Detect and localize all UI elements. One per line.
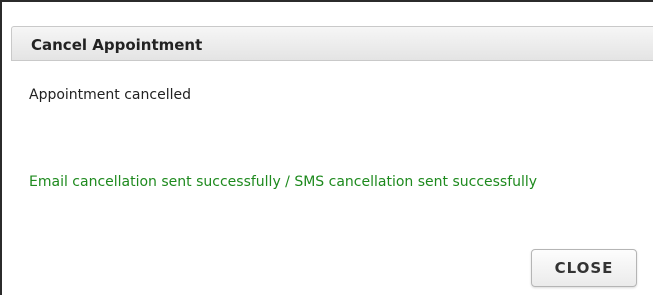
close-button[interactable]: CLOSE: [531, 249, 637, 287]
notification-success-message: Email cancellation sent successfully / S…: [29, 174, 538, 190]
dialog-border-top: [0, 0, 653, 2]
cancellation-message: Appointment cancelled: [29, 87, 191, 103]
dialog-border-left: [0, 0, 2, 295]
dialog-title: Cancel Appointment: [31, 36, 203, 54]
dialog-titlebar: Cancel Appointment: [11, 26, 653, 61]
cancel-appointment-dialog: Cancel Appointment Appointment cancelled…: [0, 0, 653, 295]
